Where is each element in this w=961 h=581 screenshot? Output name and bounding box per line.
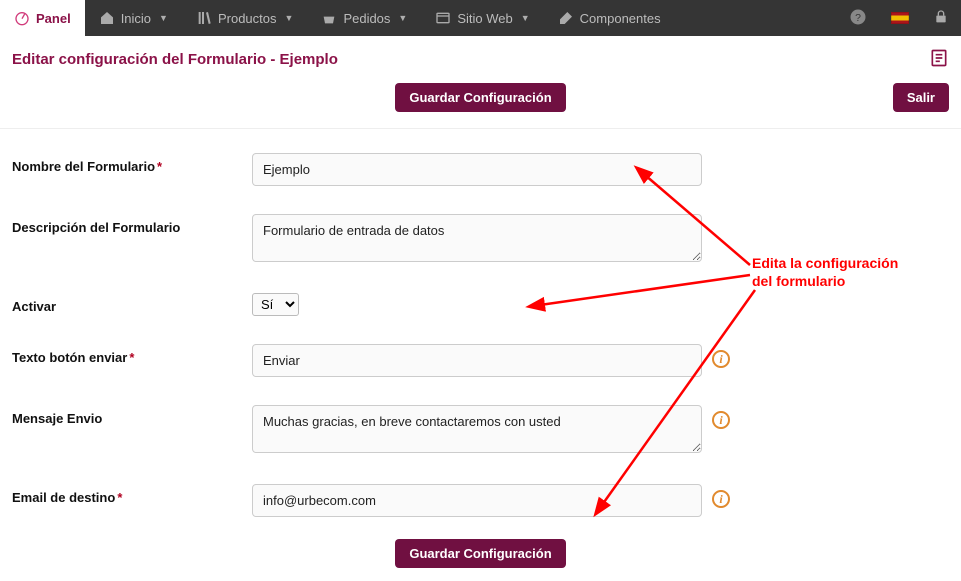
page-header: Editar configuración del Formulario - Ej… bbox=[0, 36, 961, 75]
textarea-send-msg[interactable]: Muchas gracias, en breve contactaremos c… bbox=[252, 405, 702, 453]
flag-es-icon bbox=[891, 12, 909, 24]
info-icon[interactable]: i bbox=[712, 411, 730, 429]
action-bar-bottom: Guardar Configuración bbox=[0, 535, 961, 580]
help-icon: ? bbox=[849, 8, 867, 29]
nav-pedidos[interactable]: Pedidos ▼ bbox=[307, 0, 421, 36]
gauge-icon bbox=[14, 10, 30, 26]
page-title: Editar configuración del Formulario - Ej… bbox=[12, 51, 338, 68]
nav-label: Componentes bbox=[580, 11, 661, 26]
chevron-down-icon: ▼ bbox=[159, 13, 168, 23]
info-icon[interactable]: i bbox=[712, 350, 730, 368]
row-activar: Activar Sí No bbox=[12, 279, 949, 330]
help-button[interactable]: ? bbox=[837, 0, 879, 36]
window-icon bbox=[435, 10, 451, 26]
nav-sitio-web[interactable]: Sitio Web ▼ bbox=[421, 0, 543, 36]
nav-componentes[interactable]: Componentes bbox=[544, 0, 675, 36]
nav-panel[interactable]: Panel bbox=[0, 0, 85, 36]
form-icon bbox=[929, 48, 949, 71]
navbar-spacer bbox=[675, 0, 837, 36]
form-area: Nombre del Formulario* Descripción del F… bbox=[0, 129, 961, 535]
input-form-name[interactable] bbox=[252, 153, 702, 186]
home-icon bbox=[99, 10, 115, 26]
exit-button[interactable]: Salir bbox=[893, 83, 949, 112]
save-button-top[interactable]: Guardar Configuración bbox=[395, 83, 565, 112]
textarea-form-desc[interactable]: Formulario de entrada de datos bbox=[252, 214, 702, 262]
top-navbar: Panel Inicio ▼ Productos ▼ Pedidos ▼ Sit… bbox=[0, 0, 961, 36]
chevron-down-icon: ▼ bbox=[398, 13, 407, 23]
label-activar: Activar bbox=[12, 293, 252, 314]
row-send-msg: Mensaje Envio Muchas gracias, en breve c… bbox=[12, 391, 949, 470]
lock-icon bbox=[933, 9, 949, 28]
chevron-down-icon: ▼ bbox=[521, 13, 530, 23]
label-form-desc: Descripción del Formulario bbox=[12, 214, 252, 235]
nav-label: Inicio bbox=[121, 11, 151, 26]
row-form-name: Nombre del Formulario* bbox=[12, 139, 949, 200]
nav-label: Panel bbox=[36, 11, 71, 26]
language-button[interactable] bbox=[879, 0, 921, 36]
select-activar[interactable]: Sí No bbox=[252, 293, 299, 316]
nav-productos[interactable]: Productos ▼ bbox=[182, 0, 307, 36]
basket-icon bbox=[321, 10, 337, 26]
svg-text:?: ? bbox=[855, 11, 861, 23]
info-icon[interactable]: i bbox=[712, 490, 730, 508]
input-dest-email[interactable] bbox=[252, 484, 702, 517]
row-dest-email: Email de destino* i bbox=[12, 470, 949, 531]
row-form-desc: Descripción del Formulario Formulario de… bbox=[12, 200, 949, 279]
nav-inicio[interactable]: Inicio ▼ bbox=[85, 0, 182, 36]
input-submit-text[interactable] bbox=[252, 344, 702, 377]
label-send-msg: Mensaje Envio bbox=[12, 405, 252, 426]
nav-label: Pedidos bbox=[343, 11, 390, 26]
tools-icon bbox=[558, 10, 574, 26]
lock-button[interactable] bbox=[921, 0, 961, 36]
nav-label: Sitio Web bbox=[457, 11, 512, 26]
action-bar-top: Guardar Configuración Salir bbox=[0, 75, 961, 129]
save-button-bottom[interactable]: Guardar Configuración bbox=[395, 539, 565, 568]
label-dest-email: Email de destino* bbox=[12, 484, 252, 505]
label-submit-text: Texto botón enviar* bbox=[12, 344, 252, 365]
chevron-down-icon: ▼ bbox=[285, 13, 294, 23]
books-icon bbox=[196, 10, 212, 26]
row-submit-text: Texto botón enviar* i bbox=[12, 330, 949, 391]
nav-label: Productos bbox=[218, 11, 277, 26]
label-form-name: Nombre del Formulario* bbox=[12, 153, 252, 174]
